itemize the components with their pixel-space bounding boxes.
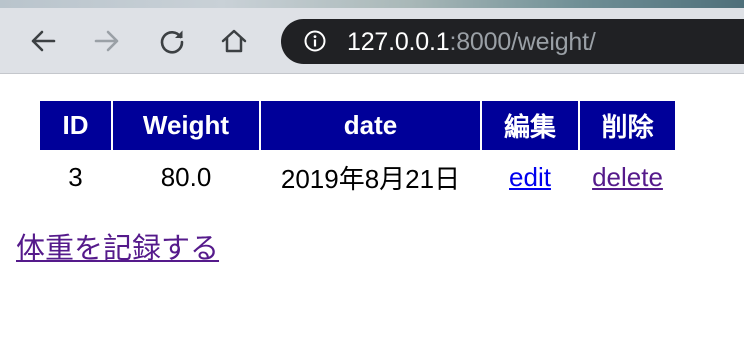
home-icon[interactable] xyxy=(218,25,250,57)
cell-id: 3 xyxy=(68,161,83,192)
header-weight: Weight xyxy=(113,101,259,150)
header-edit: 編集 xyxy=(482,101,578,150)
table-row: 3 80.0 2019年8月21日 edit delete xyxy=(40,152,675,202)
browser-window: 127.0.0.1:8000/weight/ ID Weight date 編集… xyxy=(0,0,744,344)
forward-arrow-icon[interactable] xyxy=(91,25,123,57)
header-row: ID Weight date 編集 削除 xyxy=(40,101,675,150)
reload-icon[interactable] xyxy=(156,25,188,57)
browser-toolbar: 127.0.0.1:8000/weight/ xyxy=(0,8,744,74)
edit-link[interactable]: edit xyxy=(509,162,551,192)
record-weight-link[interactable]: 体重を記録する xyxy=(16,232,219,266)
url-text[interactable]: 127.0.0.1:8000/weight/ xyxy=(347,28,596,56)
delete-link[interactable]: delete xyxy=(592,162,663,192)
url-path: :8000/weight/ xyxy=(449,28,596,56)
weight-table: ID Weight date 編集 削除 3 80.0 2019年8月21日 e… xyxy=(38,99,677,204)
cell-delete: delete xyxy=(580,152,675,202)
title-strip xyxy=(0,0,744,8)
url-host: 127.0.0.1 xyxy=(347,28,450,56)
header-date: date xyxy=(261,101,480,150)
cell-edit: edit xyxy=(482,152,578,202)
address-bar[interactable]: 127.0.0.1:8000/weight/ xyxy=(281,19,744,64)
cell-weight: 80.0 xyxy=(160,161,212,192)
cell-date: 2019年8月21日 xyxy=(280,163,461,194)
header-id: ID xyxy=(40,101,111,150)
header-delete: 削除 xyxy=(580,101,675,150)
page-content: ID Weight date 編集 削除 3 80.0 2019年8月21日 e… xyxy=(0,74,744,344)
info-icon[interactable] xyxy=(304,30,326,52)
back-arrow-icon[interactable] xyxy=(27,25,59,57)
